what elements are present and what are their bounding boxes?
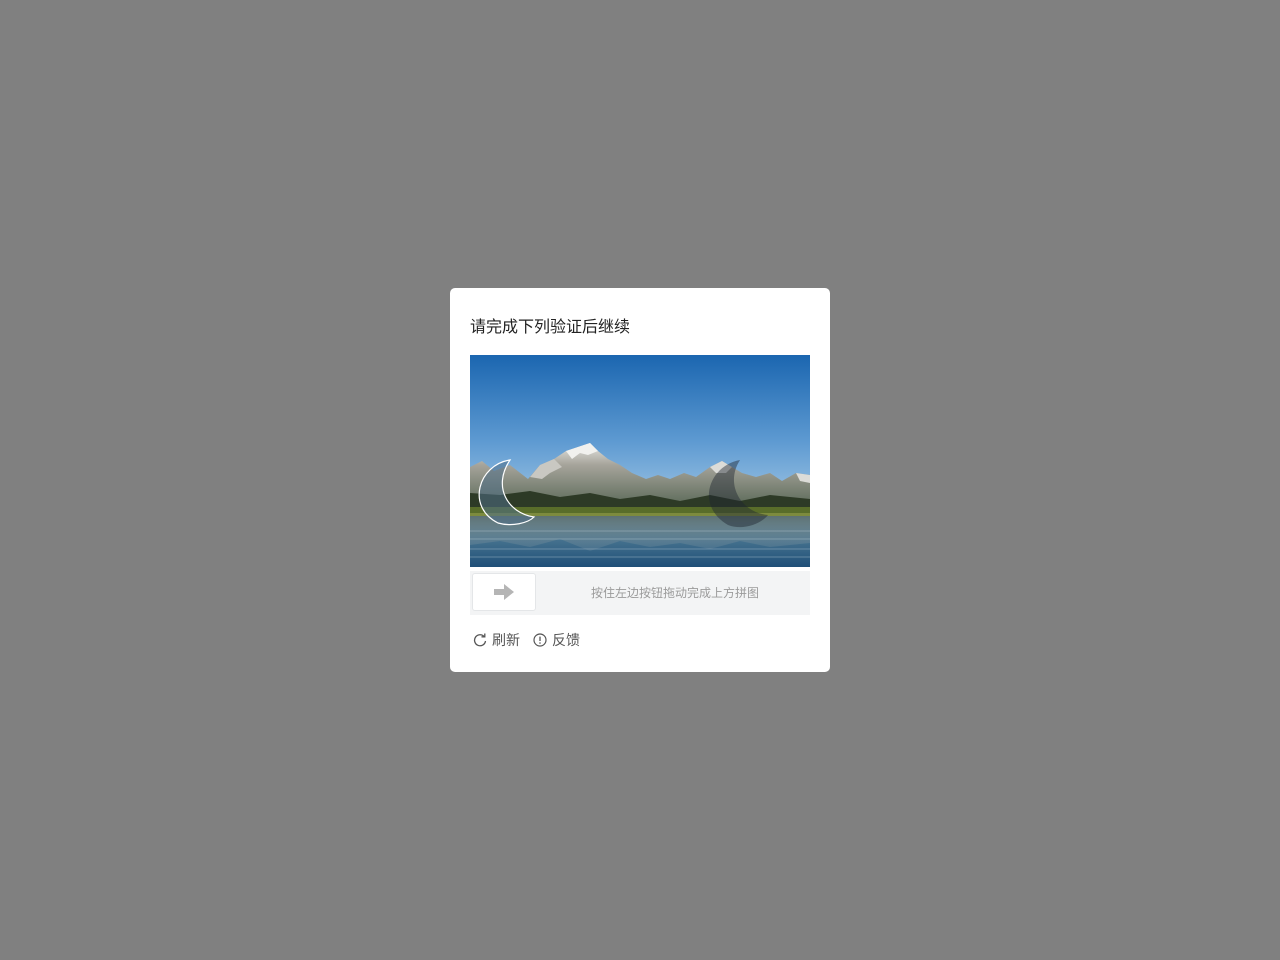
info-icon xyxy=(533,633,547,647)
refresh-label: 刷新 xyxy=(492,633,520,649)
slider-handle[interactable] xyxy=(472,573,536,611)
dialog-title: 请完成下列验证后继续 xyxy=(470,317,631,336)
captcha-dialog: 请完成下列验证后继续 按住左边按钮拖动完成上方拼图 刷新 反馈 xyxy=(450,288,830,672)
arrow-right-icon xyxy=(494,584,514,600)
puzzle-image xyxy=(470,355,810,567)
slider-hint: 按住左边按钮拖动完成上方拼图 xyxy=(590,586,759,600)
slider-track: 按住左边按钮拖动完成上方拼图 xyxy=(470,571,810,615)
captcha-actions: 刷新 反馈 xyxy=(472,630,592,650)
refresh-icon xyxy=(473,633,487,647)
refresh-button[interactable]: 刷新 xyxy=(472,630,520,650)
feedback-button[interactable]: 反馈 xyxy=(532,630,580,650)
feedback-label: 反馈 xyxy=(552,633,580,649)
